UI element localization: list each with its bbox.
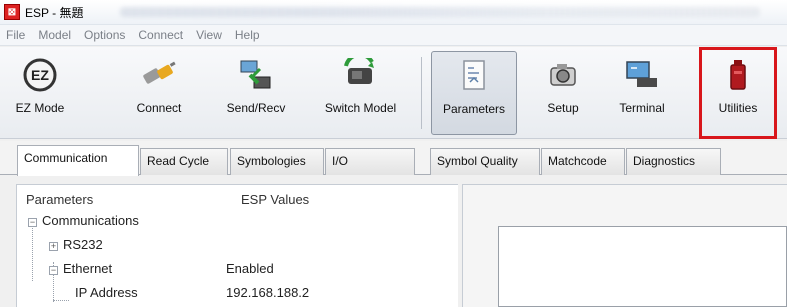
menu-model[interactable]: Model: [38, 28, 71, 42]
switch-model-label: Switch Model: [324, 101, 397, 115]
menu-file[interactable]: File: [6, 28, 25, 42]
utilities-label: Utilities: [718, 101, 758, 115]
connect-label: Connect: [136, 101, 182, 115]
parameters-button[interactable]: Parameters: [431, 51, 517, 135]
column-header-parameters: Parameters: [26, 192, 94, 207]
blurred-title-overlay: [120, 7, 760, 17]
terminal-button[interactable]: Terminal: [610, 51, 674, 135]
tree-item-ip-address[interactable]: IP Address: [75, 285, 138, 300]
utilities-button[interactable]: Utilities: [706, 51, 770, 135]
menu-bar: File Model Options Connect View Help: [0, 25, 787, 46]
send-recv-icon: [236, 55, 276, 95]
window-title: ESP - 無題: [25, 5, 84, 20]
collapse-toggle-icon[interactable]: −: [49, 266, 58, 275]
tab-matchcode[interactable]: Matchcode: [541, 148, 625, 175]
title-bar: ⊠ ESP - 無題: [0, 0, 787, 25]
camera-setup-icon: [543, 55, 583, 95]
terminal-label: Terminal: [619, 101, 665, 115]
send-recv-button[interactable]: Send/Recv: [220, 51, 292, 135]
collapse-toggle-icon[interactable]: −: [28, 218, 37, 227]
toolbar: EZ EZ Mode Connect Send/Recv Switch Mode…: [0, 47, 787, 139]
setup-button[interactable]: Setup: [536, 51, 590, 135]
tree-item-ethernet[interactable]: Ethernet: [63, 261, 112, 276]
terminal-icon: [622, 55, 662, 95]
menu-connect[interactable]: Connect: [138, 28, 183, 42]
tree-connector: [32, 223, 33, 281]
tab-symbologies[interactable]: Symbologies: [230, 148, 324, 175]
parameters-label: Parameters: [442, 102, 506, 116]
menu-options[interactable]: Options: [84, 28, 125, 42]
tab-communication[interactable]: Communication: [17, 145, 139, 176]
ip-address-value[interactable]: 192.168.188.2: [226, 285, 309, 300]
tab-read-cycle[interactable]: Read Cycle: [140, 148, 228, 175]
svg-text:EZ: EZ: [31, 67, 49, 83]
setup-label: Setup: [547, 101, 579, 115]
tree-item-communications[interactable]: Communications: [42, 213, 139, 228]
left-gutter: [0, 175, 16, 307]
switch-model-icon: [341, 55, 381, 95]
send-recv-label: Send/Recv: [226, 101, 286, 115]
tab-diagnostics[interactable]: Diagnostics: [626, 148, 721, 175]
tree-item-rs232[interactable]: RS232: [63, 237, 103, 252]
parameters-icon: [454, 56, 494, 96]
ez-mode-button[interactable]: EZ EZ Mode: [10, 51, 70, 135]
ez-mode-icon: EZ: [20, 55, 60, 95]
tab-io[interactable]: I/O: [325, 148, 415, 175]
connect-plug-icon: [139, 55, 179, 95]
tab-strip: Communication Read Cycle Symbologies I/O…: [0, 141, 787, 176]
esp-app-icon[interactable]: ⊠: [4, 4, 20, 20]
menu-help[interactable]: Help: [235, 28, 260, 42]
utilities-icon: [718, 55, 758, 95]
ez-mode-label: EZ Mode: [15, 101, 65, 115]
toolbar-separator: [421, 57, 422, 129]
ethernet-value[interactable]: Enabled: [226, 261, 274, 276]
column-header-esp-values: ESP Values: [241, 192, 310, 207]
preview-frame: [498, 226, 787, 307]
connect-button[interactable]: Connect: [128, 51, 190, 135]
tab-symbol-quality[interactable]: Symbol Quality: [430, 148, 540, 175]
expand-toggle-icon[interactable]: +: [49, 242, 58, 251]
tree-connector: [53, 300, 69, 301]
menu-view[interactable]: View: [196, 28, 222, 42]
parameters-tree-panel: Parameters ESP Values − Communications +…: [16, 184, 458, 307]
switch-model-button[interactable]: Switch Model: [313, 51, 408, 135]
